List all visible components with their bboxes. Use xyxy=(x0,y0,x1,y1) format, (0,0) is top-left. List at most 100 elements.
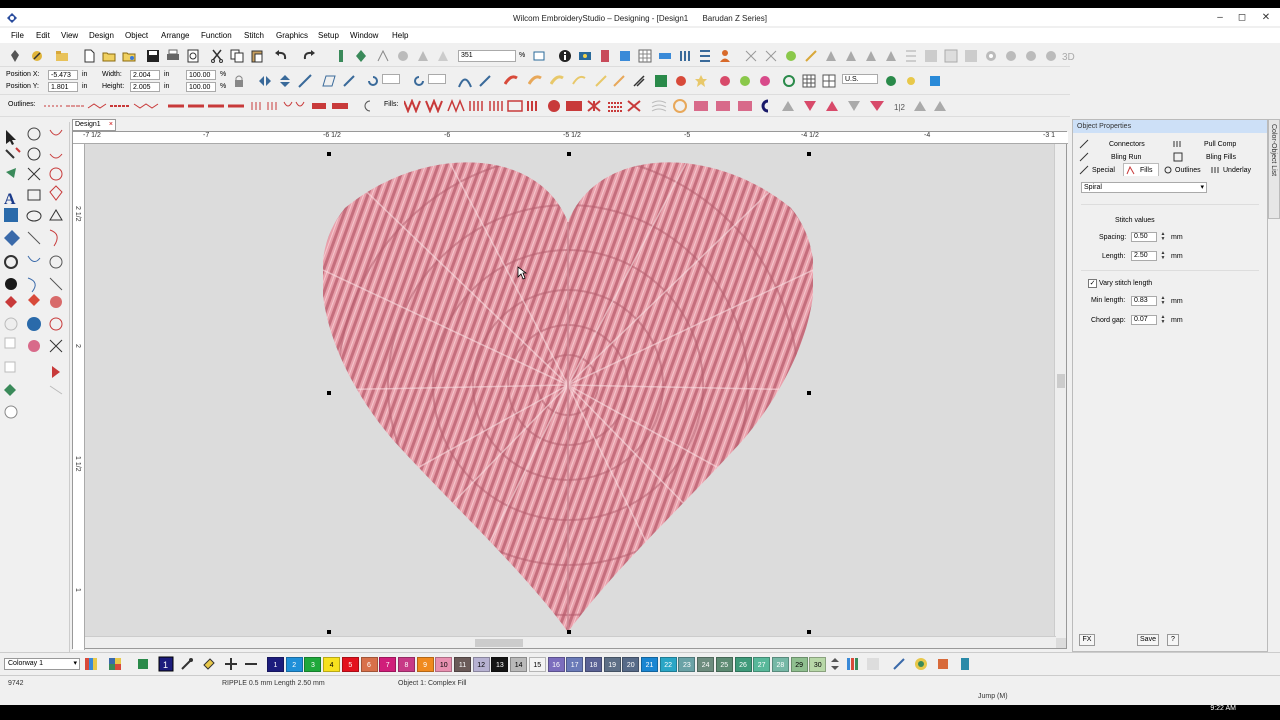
height-field[interactable]: 2.005 xyxy=(130,82,160,92)
color-swatch-3[interactable]: 3 xyxy=(304,657,322,672)
menu-function[interactable]: Function xyxy=(201,31,232,40)
color-swatch-8[interactable]: 8 xyxy=(397,657,415,672)
color-palette-icon[interactable] xyxy=(84,657,98,671)
lock-proportions-icon[interactable] xyxy=(232,74,246,88)
remove-color-icon[interactable] xyxy=(244,657,258,671)
tab-bling-run[interactable]: Bling Run xyxy=(1111,154,1141,161)
position-x-field[interactable]: -5.473 xyxy=(48,70,78,80)
spacing-spinner[interactable]: ▲ ▼ xyxy=(1159,232,1167,242)
copy-icon[interactable] xyxy=(230,49,244,63)
menu-graphics[interactable]: Graphics xyxy=(276,31,308,40)
3d-view-icon[interactable]: 3D xyxy=(1062,49,1076,63)
color-photo-icon[interactable] xyxy=(674,74,688,88)
tab-connectors[interactable]: Connectors xyxy=(1109,141,1145,148)
color-swatch-4[interactable]: 4 xyxy=(323,657,341,672)
menu-view[interactable]: View xyxy=(61,31,78,40)
star-icon[interactable] xyxy=(694,74,708,88)
show-objects-icon[interactable] xyxy=(416,49,430,63)
outline-curve-icon[interactable] xyxy=(360,99,374,113)
color-swatch-9[interactable]: 9 xyxy=(416,657,434,672)
restore-button[interactable]: ◻ xyxy=(1232,12,1252,23)
outline-stitch-types-2-icon[interactable] xyxy=(168,100,358,112)
tab-underlay[interactable]: Underlay xyxy=(1223,167,1251,174)
color-wheel-icon[interactable] xyxy=(914,657,928,671)
globe-icon[interactable] xyxy=(1044,49,1058,63)
color-swatch-28[interactable]: 28 xyxy=(771,657,789,672)
align-center-icon[interactable] xyxy=(764,49,778,63)
zoom-box-icon[interactable] xyxy=(532,49,546,63)
color-swatch-16[interactable]: 16 xyxy=(547,657,565,672)
travel-icon[interactable] xyxy=(354,49,368,63)
color-swatch-23[interactable]: 23 xyxy=(678,657,696,672)
color-swatch-20[interactable]: 20 xyxy=(622,657,640,672)
arrow-up3-icon[interactable] xyxy=(864,49,878,63)
scale-width-field[interactable]: 100.00 xyxy=(186,70,216,80)
wizard-icon[interactable] xyxy=(30,49,44,63)
print-preview-icon[interactable] xyxy=(186,49,200,63)
flower-icon[interactable] xyxy=(758,74,772,88)
fill-type-select[interactable]: Spiral ▾ xyxy=(1081,182,1207,193)
skew2-icon[interactable] xyxy=(342,74,356,88)
eyedropper-icon[interactable] xyxy=(180,657,194,671)
circle-icon[interactable] xyxy=(782,74,796,88)
close-tab-icon[interactable]: × xyxy=(109,120,113,130)
rotate-angle-field[interactable] xyxy=(382,74,400,84)
tab-pull-comp[interactable]: Pull Comp xyxy=(1204,141,1236,148)
color-film-icon[interactable] xyxy=(578,49,592,63)
print-icon[interactable] xyxy=(166,49,180,63)
info-icon[interactable] xyxy=(558,49,572,63)
menu-window[interactable]: Window xyxy=(350,31,378,40)
rotate-right-icon[interactable] xyxy=(412,74,426,88)
skew-icon[interactable] xyxy=(322,74,336,88)
pattern-icon[interactable] xyxy=(550,74,564,88)
vertical-scroll-thumb[interactable] xyxy=(1057,374,1065,388)
color-swatch-27[interactable]: 27 xyxy=(753,657,771,672)
checkered-icon[interactable] xyxy=(924,49,938,63)
rotate-step-field[interactable] xyxy=(428,74,446,84)
chord-gap-spinner[interactable]: ▲ ▼ xyxy=(1159,315,1167,325)
mirror-both-icon[interactable] xyxy=(298,74,312,88)
selection-handle[interactable] xyxy=(327,391,331,395)
table-icon[interactable] xyxy=(802,74,816,88)
color-swatch-6[interactable]: 6 xyxy=(360,657,378,672)
photo-icon[interactable] xyxy=(654,74,668,88)
color-swatch-29[interactable]: 29 xyxy=(790,657,808,672)
add-color-icon[interactable] xyxy=(224,657,238,671)
close-button[interactable]: ✕ xyxy=(1256,12,1276,23)
min-length-spinner[interactable]: ▲ ▼ xyxy=(1159,296,1167,306)
speedometer-icon[interactable] xyxy=(884,74,898,88)
auto-fabric-icon[interactable] xyxy=(784,49,798,63)
color-swatch-19[interactable]: 19 xyxy=(603,657,621,672)
color-blend-icon[interactable] xyxy=(866,657,880,671)
min-length-input[interactable]: 0.83 xyxy=(1131,296,1157,306)
satin-icon[interactable] xyxy=(504,74,518,88)
block-icon[interactable] xyxy=(964,49,978,63)
paste-icon[interactable] xyxy=(250,49,264,63)
cut-icon[interactable] xyxy=(210,49,224,63)
tab-fills-active[interactable]: Fills xyxy=(1123,163,1159,176)
color-object-list-tab[interactable]: Color-Object List xyxy=(1268,119,1280,219)
grid-icon[interactable] xyxy=(638,49,652,63)
swatch-scroll-icon[interactable] xyxy=(830,657,840,671)
columns-icon[interactable] xyxy=(678,49,692,63)
language-select[interactable]: U.S. xyxy=(842,74,878,84)
face-icon[interactable] xyxy=(718,74,732,88)
open-design-icon[interactable] xyxy=(122,49,136,63)
color-swatch-25[interactable]: 25 xyxy=(715,657,733,672)
arrow-up4-icon[interactable] xyxy=(884,49,898,63)
selection-handle[interactable] xyxy=(327,152,331,156)
horizontal-scroll-thumb[interactable] xyxy=(475,639,523,647)
selection-handle[interactable] xyxy=(807,630,811,634)
menu-design[interactable]: Design xyxy=(89,31,114,40)
color-swatch-7[interactable]: 7 xyxy=(379,657,397,672)
color-swatch-22[interactable]: 22 xyxy=(659,657,677,672)
rotate-left-icon[interactable] xyxy=(366,74,380,88)
redo-icon[interactable] xyxy=(302,49,316,63)
toolbox-icons[interactable]: A xyxy=(2,124,70,434)
current-color-icon[interactable]: 1 xyxy=(158,656,174,672)
arrow-up2-icon[interactable] xyxy=(844,49,858,63)
menu-arrange[interactable]: Arrange xyxy=(161,31,189,40)
horizontal-scrollbar[interactable] xyxy=(85,636,1056,648)
chord-gap-input[interactable]: 0.07 xyxy=(1131,315,1157,325)
color-swatch-26[interactable]: 26 xyxy=(734,657,752,672)
